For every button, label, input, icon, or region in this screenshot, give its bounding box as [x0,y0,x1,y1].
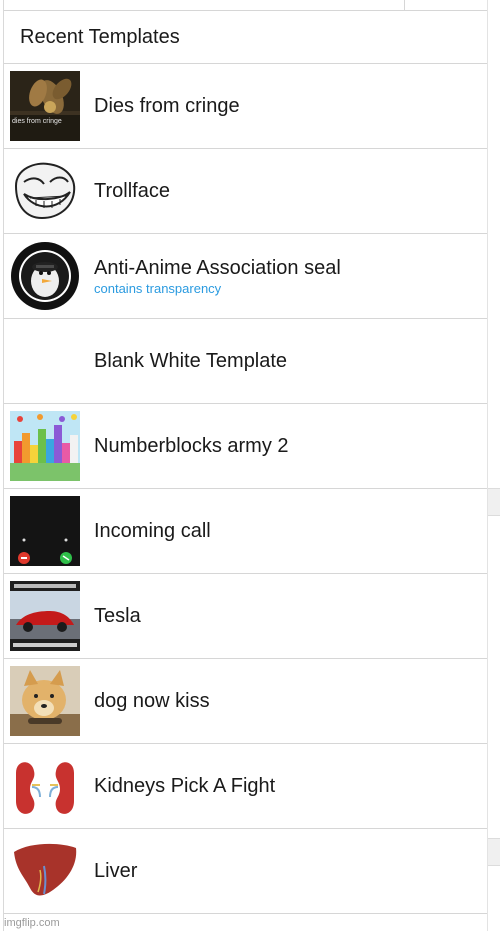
template-row-text: Dies from cringe [94,94,240,118]
template-name: Tesla [94,605,141,627]
blank-thumbnail-icon [10,326,80,396]
template-row-dies-from-cringe[interactable]: dies from cringe Dies from cringe [4,64,487,149]
template-row-anti-anime-seal[interactable]: Anti-Anime Association seal contains tra… [4,234,487,319]
template-row-text: Liver [94,859,137,883]
template-name: Numberblocks army 2 [94,435,289,457]
imgflip-watermark: imgflip.com [4,917,60,929]
panel-top-cap [4,0,487,11]
template-row-incoming-call[interactable]: Incoming call [4,489,487,574]
numberblocks-thumbnail-icon [10,411,80,481]
template-row-liver[interactable]: Liver [4,829,487,914]
recent-templates-screen: Recent Templates dies from cringe Dies f… [0,0,500,931]
template-name: Trollface [94,180,170,202]
panel-title: Recent Templates [4,11,487,64]
liver-thumbnail-icon [10,836,80,906]
template-name: Liver [94,860,138,882]
template-row-dog-now-kiss[interactable]: dog now kiss [4,659,487,744]
template-name: Kidneys Pick A Fight [94,775,276,797]
template-name: Blank White Template [94,350,288,372]
dog-thumbnail-icon [10,666,80,736]
template-row-trollface[interactable]: Trollface [4,149,487,234]
template-row-text: Trollface [94,179,170,203]
kidneys-thumbnail-icon [10,751,80,821]
template-row-numberblocks-army[interactable]: Numberblocks army 2 [4,404,487,489]
template-row-text: Numberblocks army 2 [94,434,289,458]
transparency-note: contains transparency [94,280,222,296]
car-thumbnail-icon [10,581,80,651]
phone-call-thumbnail-icon [10,496,80,566]
template-row-tesla[interactable]: Tesla [4,574,487,659]
recent-templates-panel: Recent Templates dies from cringe Dies f… [3,0,488,931]
right-edge-notch [488,488,500,516]
cringe-thumbnail-icon: dies from cringe [10,71,80,141]
template-row-text: dog now kiss [94,689,210,713]
template-row-blank-white[interactable]: Blank White Template [4,319,487,404]
top-cap-divider [404,0,405,10]
template-row-text: Kidneys Pick A Fight [94,774,275,798]
template-name: Incoming call [94,520,211,542]
template-row-text: Incoming call [94,519,211,543]
template-row-text: Blank White Template [94,349,287,373]
template-row-text: Tesla [94,604,141,628]
right-edge-notch [488,838,500,866]
seal-thumbnail-icon [10,241,80,311]
template-row-text: Anti-Anime Association seal contains tra… [94,256,341,297]
template-name: dog now kiss [94,690,210,712]
svg-text:dies from cringe: dies from cringe [12,118,62,125]
template-name: Anti-Anime Association seal [94,256,341,279]
template-row-kidneys-pick-a-fight[interactable]: Kidneys Pick A Fight [4,744,487,829]
template-name: Dies from cringe [94,95,240,117]
trollface-thumbnail-icon [10,156,80,226]
page-right-edge [487,0,500,931]
